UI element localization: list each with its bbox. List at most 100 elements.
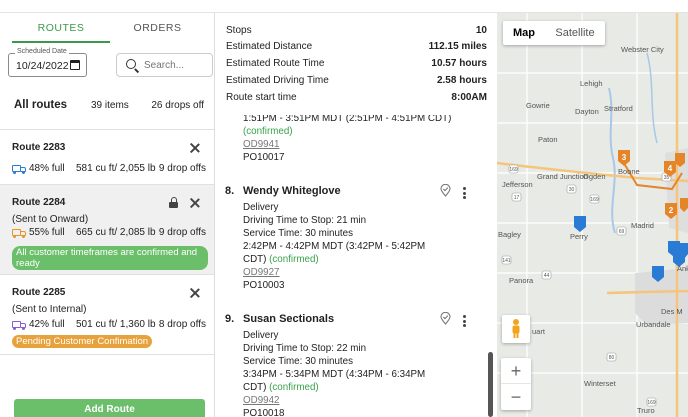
svg-text:169: 169 (590, 197, 599, 203)
map-town-label: Urbandale (636, 320, 671, 329)
zoom-in-button[interactable]: + (501, 358, 531, 384)
map-town-label: Gowrie (526, 101, 550, 110)
stop-driving-time: Driving Time to Stop: 22 min (243, 343, 367, 354)
lock-icon (169, 197, 178, 208)
route-capacity: 55% full (29, 227, 65, 238)
stop-type: Delivery (243, 330, 279, 341)
summary-stops: Stops 10 (226, 25, 487, 36)
map-town-label: Des M (661, 307, 683, 316)
map-town-label: Webster City (621, 45, 664, 54)
all-routes-items: 39 items (91, 100, 129, 111)
map-town-label: Dayton (575, 107, 599, 116)
route-volume-weight: 665 cu ft/ 2,085 lb (76, 227, 156, 238)
route-stats: 48% full 581 cu ft/ 2,055 lb 9 drop offs (12, 163, 206, 177)
close-icon[interactable] (190, 143, 200, 153)
stop-name[interactable]: Wendy Whiteglove (243, 185, 341, 197)
summary-driving-time: Estimated Driving Time 2.58 hours (226, 75, 487, 86)
summary-distance: Estimated Distance 112.15 miles (226, 41, 487, 52)
route-stats: 42% full 501 cu ft/ 1,360 lb 8 drop offs (12, 319, 206, 333)
stop-time-window-cont: CDT) (confirmed) (243, 382, 319, 393)
zoom-out-button[interactable]: − (501, 384, 531, 410)
route-name: Route 2283 (12, 142, 66, 153)
route-capacity: 48% full (29, 163, 65, 174)
svg-text:3: 3 (622, 153, 627, 162)
scrollbar[interactable] (488, 352, 493, 417)
tab-routes[interactable]: ROUTES (12, 13, 110, 43)
stop-po: PO10018 (243, 408, 285, 417)
route-card-2284[interactable]: Route 2284 (Sent to Onward) 55% full 665… (0, 185, 214, 275)
all-routes-drops: 26 drops off (151, 100, 204, 111)
stop-time-window: 2:42PM - 4:42PM MDT (3:42PM - 5:42PM (243, 241, 426, 252)
stop-time-window: 3:34PM - 5:34PM MDT (4:34PM - 6:34PM (243, 369, 426, 380)
more-options-icon[interactable] (463, 187, 467, 199)
panel-tabs: ROUTES ORDERS (0, 13, 214, 43)
stop-po: PO10003 (243, 280, 285, 291)
map-town-label: Perry (570, 232, 588, 241)
street-view-pegman-icon[interactable] (502, 315, 530, 343)
status-badge: Pending Customer Confimation (12, 335, 153, 348)
svg-text:17: 17 (514, 195, 520, 201)
more-options-icon[interactable] (463, 315, 467, 327)
map-town-label: Jefferson (502, 180, 533, 189)
route-status: (Sent to Internal) (12, 304, 87, 315)
order-link[interactable]: OD9942 (243, 395, 280, 406)
close-icon[interactable] (190, 198, 200, 208)
scheduled-date-field[interactable]: Scheduled Date 10/24/2022 (8, 48, 87, 77)
route-card-2285[interactable]: Route 2285 (Sent to Internal) 42% full 5… (0, 275, 214, 355)
svg-text:2: 2 (669, 206, 674, 215)
routes-panel: ROUTES ORDERS Scheduled Date 10/24/2022 … (0, 13, 215, 417)
stop-service-time: Service Time: 30 minutes (243, 228, 353, 239)
stop-type: Delivery (243, 202, 279, 213)
add-route-button[interactable]: Add Route (14, 399, 205, 417)
map-town-label: Lehigh (580, 79, 603, 88)
map-town-label: Winterset (584, 379, 616, 388)
scheduled-date-value: 10/24/2022 (16, 60, 69, 72)
map-town-label: Madrid (631, 221, 654, 230)
route-capacity: 42% full (29, 319, 65, 330)
location-check-icon[interactable] (440, 183, 451, 197)
stop-service-time: Service Time: 30 minutes (243, 356, 353, 367)
route-card-2283[interactable]: Route 2283 48% full 581 cu ft/ 2,055 lb … (0, 130, 214, 185)
map-town-label: Paton (538, 135, 558, 144)
scheduled-date-label: Scheduled Date (15, 48, 69, 55)
map-town-label: Grand Junction (537, 172, 588, 181)
map-town-label: uart (532, 327, 545, 336)
truck-icon (12, 321, 26, 330)
stop-number: 9. (225, 313, 235, 325)
route-stats: 55% full 665 cu ft/ 2,085 lb 9 drop offs (12, 227, 206, 241)
map-town-label: Boone (618, 167, 640, 176)
order-link[interactable]: OD9941 (243, 139, 280, 150)
all-routes-row[interactable]: All routes 39 items 26 drops off (0, 91, 214, 130)
truck-icon (12, 229, 26, 238)
calendar-icon[interactable] (70, 60, 80, 70)
truck-icon (12, 165, 26, 174)
tab-orders[interactable]: ORDERS (110, 13, 205, 43)
map-canvas: 169 30 17 141 169 69 44 80 35 169 3 4 2 (497, 13, 688, 417)
svg-text:30: 30 (569, 187, 575, 193)
stop-confirmed: (confirmed) (243, 126, 293, 137)
map-type-satellite-button[interactable]: Satellite (545, 21, 605, 45)
map-type-map-button[interactable]: Map (503, 21, 545, 45)
all-routes-title: All routes (14, 99, 68, 111)
map-town-label: Ogden (583, 172, 606, 181)
svg-text:141: 141 (502, 258, 511, 264)
close-icon[interactable] (190, 288, 200, 298)
route-drop-offs: 8 drop offs (158, 319, 206, 330)
stop-confirmed: (confirmed) (269, 254, 319, 265)
order-link[interactable]: OD9927 (243, 267, 280, 278)
stop-name[interactable]: Susan Sectionals (243, 313, 334, 325)
search-input[interactable] (144, 58, 208, 73)
map-town-label: Truro (637, 406, 655, 415)
zoom-control: + − (501, 358, 531, 410)
status-badge: All customer timeframes are confirmed an… (12, 246, 208, 270)
map-view[interactable]: 169 30 17 141 169 69 44 80 35 169 3 4 2 (497, 13, 688, 417)
route-drop-offs: 9 drop offs (158, 227, 206, 238)
svg-text:169: 169 (509, 167, 518, 173)
search-field[interactable] (116, 53, 213, 77)
summary-route-time: Estimated Route Time 10.57 hours (226, 58, 487, 69)
summary-start-time: Route start time 8:00AM (226, 92, 487, 103)
filters-bar: Scheduled Date 10/24/2022 (0, 43, 214, 91)
stop-time-window-cont: CDT) (confirmed) (243, 254, 319, 265)
route-detail-panel: 1:51PM - 3:51PM MDT (2:51PM - 4:51PM CDT… (216, 13, 497, 417)
location-check-icon[interactable] (440, 311, 451, 325)
